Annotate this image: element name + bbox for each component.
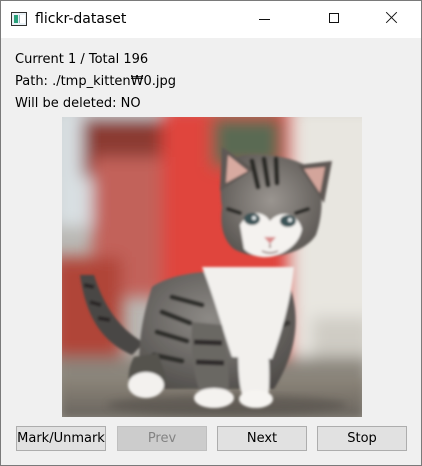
current-total-label: Current 1 / Total 196 [15, 52, 149, 67]
prev-button[interactable]: Prev [117, 426, 207, 451]
mark-unmark-button[interactable]: Mark/Unmark [16, 426, 106, 451]
maximize-button[interactable] [311, 1, 357, 38]
maximize-icon [329, 13, 339, 23]
title-bar[interactable]: flickr-dataset [1, 1, 421, 38]
kitten-photo [62, 117, 362, 417]
minimize-icon [259, 19, 270, 20]
stop-button[interactable]: Stop [317, 426, 407, 451]
file-path-label: Path: ./tmp_kitten₩0.jpg [15, 74, 177, 89]
delete-status-label: Will be deleted: NO [15, 96, 141, 111]
app-window: flickr-dataset Current 1 / Total 196 Pat… [0, 0, 422, 466]
close-button[interactable] [368, 1, 414, 38]
minimize-button[interactable] [241, 1, 287, 38]
window-title: flickr-dataset [35, 11, 127, 27]
close-icon [385, 12, 397, 24]
app-window-icon [11, 12, 27, 26]
next-button[interactable]: Next [217, 426, 307, 451]
